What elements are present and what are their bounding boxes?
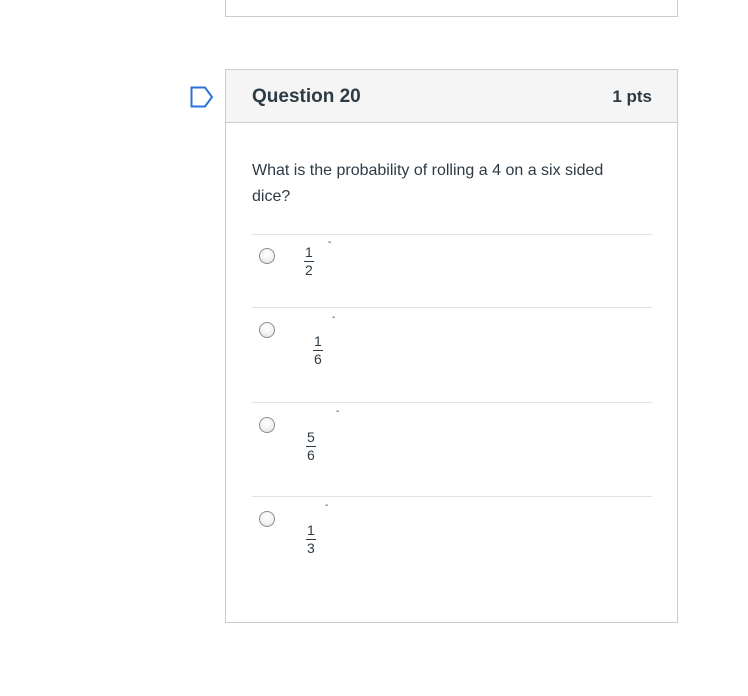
answer-radio-1[interactable]: [259, 248, 275, 264]
answer-fraction-4: 1 3: [306, 523, 316, 556]
answer-numerator-3: 5: [306, 429, 316, 447]
answer-mark-4: -: [325, 500, 329, 511]
answer-denominator-1: 2: [305, 262, 313, 278]
answer-radio-3[interactable]: [259, 417, 275, 433]
answer-radio-2[interactable]: [259, 322, 275, 338]
answer-option-3[interactable]: 5 6 -: [252, 402, 652, 496]
question-title: Question 20: [252, 86, 361, 107]
answer-numerator-2: 1: [313, 333, 323, 351]
answer-mark-1: -: [328, 237, 332, 248]
quiz-page: Question 20 1 pts What is the probabilit…: [0, 0, 748, 696]
answer-fraction-3: 5 6: [306, 430, 316, 463]
answer-denominator-4: 3: [307, 540, 315, 556]
answer-numerator-1: 1: [304, 244, 314, 262]
flag-question-icon[interactable]: [190, 86, 214, 108]
question-header: Question 20 1 pts: [226, 70, 677, 123]
previous-question-card: [225, 0, 678, 17]
answer-mark-3: -: [336, 406, 340, 417]
answer-option-2[interactable]: 1 6 -: [252, 307, 652, 402]
answer-denominator-3: 6: [307, 447, 315, 463]
answer-fraction-2: 1 6: [313, 334, 323, 367]
question-card: Question 20 1 pts What is the probabilit…: [225, 69, 678, 623]
answer-mark-2: -: [332, 312, 336, 323]
answer-fraction-1: 1 2: [304, 245, 314, 278]
answer-denominator-2: 6: [314, 351, 322, 367]
answer-option-4[interactable]: 1 3 -: [252, 496, 652, 577]
answer-list: 1 2 - 1 6 - 5 6 - 1 3 -: [252, 234, 652, 577]
question-text: What is the probability of rolling a 4 o…: [252, 162, 604, 205]
answer-option-1[interactable]: 1 2 -: [252, 234, 652, 307]
question-points: 1 pts: [612, 87, 652, 106]
answer-radio-4[interactable]: [259, 511, 275, 527]
answer-numerator-4: 1: [306, 522, 316, 540]
